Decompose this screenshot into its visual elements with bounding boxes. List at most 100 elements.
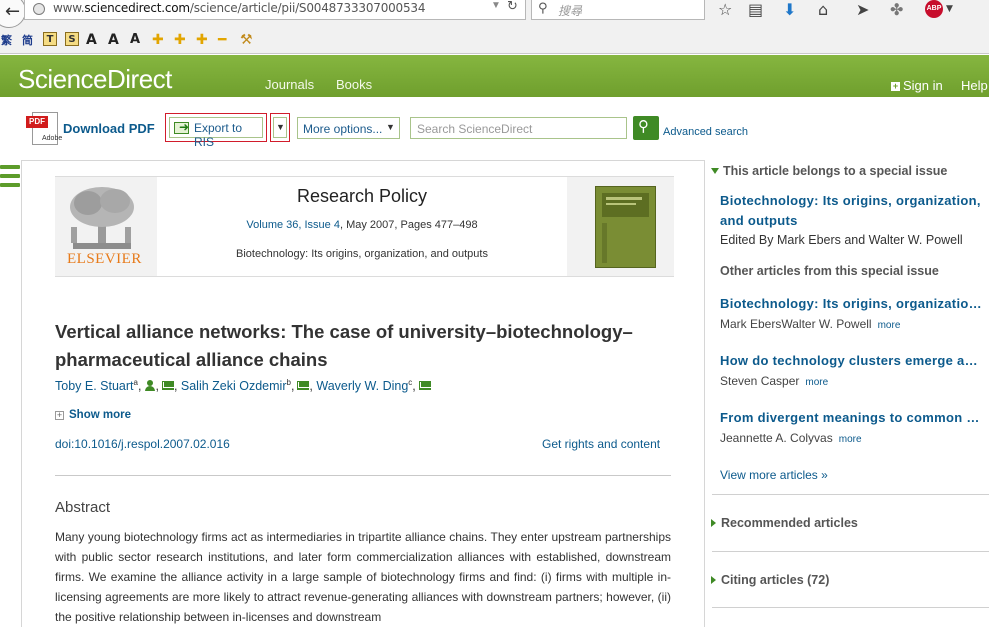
related-article-link[interactable]: How do technology clusters emerge and be… [720, 353, 982, 368]
author-names: Mark EbersWalter W. Powell [720, 317, 872, 331]
related-article-authors: Jeannette A. Colyvas more [720, 431, 862, 445]
menu-icon[interactable] [0, 165, 20, 192]
signin-link[interactable]: + Sign in [891, 78, 943, 93]
font-reset-icon[interactable]: A [130, 32, 140, 47]
home-icon[interactable]: ⌂ [818, 0, 828, 19]
zoom-in-icon[interactable]: ✚ [152, 32, 164, 48]
journal-cover-image[interactable] [595, 186, 656, 268]
adblock-icon[interactable]: ABP [925, 0, 943, 18]
simplified-chinese-button[interactable]: 简 [22, 32, 33, 48]
zoom-out-icon[interactable]: ━ [218, 32, 226, 48]
pdf-icon[interactable]: Adobe PDF [26, 112, 63, 146]
browser-search-input[interactable]: ⚲ 搜尋 [531, 0, 705, 20]
zoom-in-s-icon[interactable]: ✚ [196, 32, 208, 48]
elsevier-tree-logo[interactable] [63, 185, 141, 255]
citing-articles-toggle[interactable]: Citing articles (72) [711, 573, 829, 587]
download-arrow-icon[interactable]: ⬇ [783, 0, 796, 19]
back-button[interactable]: ← [0, 0, 26, 28]
export-dropdown-button[interactable]: ▼ [270, 113, 290, 142]
email-icon[interactable] [297, 381, 310, 391]
export-icon: ➜ [174, 120, 189, 134]
chevron-down-icon: ▼ [276, 122, 285, 132]
author-link[interactable]: Toby E. Stuart [55, 379, 134, 393]
volume-line: Volume 36, Issue 4, May 2007, Pages 477–… [157, 219, 567, 231]
font-increase-icon[interactable]: A [86, 32, 97, 48]
more-options-label: More options... [303, 122, 383, 136]
search-icon: ⚲ [538, 1, 548, 16]
abstract-heading: Abstract [55, 499, 111, 516]
expand-triangle-icon [711, 576, 716, 584]
reload-icon[interactable]: ↻ [507, 0, 518, 14]
person-icon[interactable] [145, 380, 156, 392]
citing-label: Citing articles (72) [721, 573, 830, 587]
export-ris-button[interactable]: ➜ Export to RIS [165, 113, 267, 149]
tools-icon[interactable]: ⚒ [240, 32, 253, 48]
search-button[interactable]: ⚲ [633, 116, 659, 140]
doi-link[interactable]: doi:10.1016/j.respol.2007.02.016 [55, 437, 230, 451]
adblock-menu-chevron-icon[interactable]: ▼ [946, 4, 953, 14]
back-arrow-icon: ← [5, 1, 21, 22]
addon-icon[interactable]: ✤ [890, 0, 903, 19]
rights-link[interactable]: Get rights and content [542, 437, 660, 451]
browser-search-placeholder: 搜尋 [558, 4, 583, 18]
reading-list-icon[interactable]: ▤ [748, 0, 763, 19]
article-title: Vertical alliance networks: The case of … [55, 321, 633, 370]
adobe-label: Adobe [42, 135, 63, 142]
author-names: Jeannette A. Colyvas [720, 431, 833, 445]
related-article-authors: Mark EbersWalter W. Powell more [720, 317, 900, 331]
email-icon[interactable] [418, 381, 431, 391]
send-icon[interactable]: ➤ [856, 0, 869, 19]
abstract-text: Many young biotechnology firms act as in… [55, 530, 671, 624]
show-more-label: Show more [69, 409, 131, 421]
recommended-articles-toggle[interactable]: Recommended articles [711, 516, 858, 530]
nav-journals[interactable]: Journals [265, 77, 314, 92]
volume-issue-link[interactable]: Volume 36, Issue 4 [246, 219, 340, 231]
export-label: Export to RIS [194, 121, 243, 149]
journal-title[interactable]: Research Policy [157, 186, 567, 207]
sciencedirect-search-input[interactable]: Search ScienceDirect [410, 117, 627, 139]
pdf-badge: PDF [26, 116, 48, 128]
advanced-search-link[interactable]: Advanced search [663, 126, 748, 138]
collapse-triangle-icon [711, 168, 719, 174]
bookmark-star-icon[interactable]: ☆ [718, 0, 732, 19]
special-issue-title: Biotechnology: Its origins, organization… [236, 248, 488, 260]
chevron-down-icon: ▼ [386, 122, 395, 132]
sciencedirect-logo[interactable]: ScienceDirect [18, 64, 172, 95]
more-link[interactable]: more [805, 377, 828, 388]
divider [55, 475, 671, 476]
t-button[interactable]: T [43, 32, 57, 46]
font-decrease-icon[interactable]: A [108, 32, 119, 48]
journal-banner: ELSEVIER Research Policy Volume 36, Issu… [55, 176, 674, 277]
author-names: Steven Casper [720, 374, 800, 388]
nav-books[interactable]: Books [336, 77, 372, 92]
zoom-in-t-icon[interactable]: ✚ [174, 32, 186, 48]
related-article-authors: Steven Casper more [720, 374, 828, 388]
help-link[interactable]: Help [961, 78, 988, 93]
expand-plus-icon: + [55, 410, 64, 420]
traditional-chinese-button[interactable]: 繁 [1, 32, 12, 48]
s-button[interactable]: S [65, 32, 79, 46]
related-article-link[interactable]: From divergent meanings to common practi… [720, 410, 982, 425]
author-link[interactable]: Waverly W. Ding [316, 379, 408, 393]
issue-editors: Edited By Mark Ebers and Walter W. Powel… [720, 233, 963, 247]
special-issue-link[interactable]: Biotechnology: Its origins, organization… [720, 191, 982, 231]
address-bar[interactable]: www.sciencedirect.com/science/article/pi… [24, 0, 526, 20]
view-more-articles-link[interactable]: View more articles » [720, 468, 828, 482]
recommended-label: Recommended articles [721, 516, 858, 530]
more-link[interactable]: more [878, 320, 901, 331]
related-article-link[interactable]: Biotechnology: Its origins, organization… [720, 296, 982, 311]
addon-toolbar: 繁 简 T S A A A ✚ ✚ ✚ ━ ⚒ [0, 30, 989, 52]
site-header: ScienceDirect Journals Books + Sign in He… [0, 55, 989, 97]
download-pdf-link[interactable]: Download PDF [63, 121, 155, 136]
divider [712, 607, 989, 608]
signin-label: Sign in [903, 78, 943, 93]
search-placeholder: Search ScienceDirect [417, 122, 533, 136]
more-options-select[interactable]: More options... ▼ [297, 117, 400, 139]
url-history-dropdown-icon[interactable]: ▼ [491, 0, 501, 11]
globe-icon [33, 3, 45, 15]
special-issue-heading[interactable]: This article belongs to a special issue [711, 164, 947, 178]
email-icon[interactable] [161, 381, 174, 391]
more-link[interactable]: more [839, 434, 862, 445]
show-more-button[interactable]: + Show more [55, 409, 131, 421]
author-link[interactable]: Salih Zeki Ozdemir [181, 379, 287, 393]
